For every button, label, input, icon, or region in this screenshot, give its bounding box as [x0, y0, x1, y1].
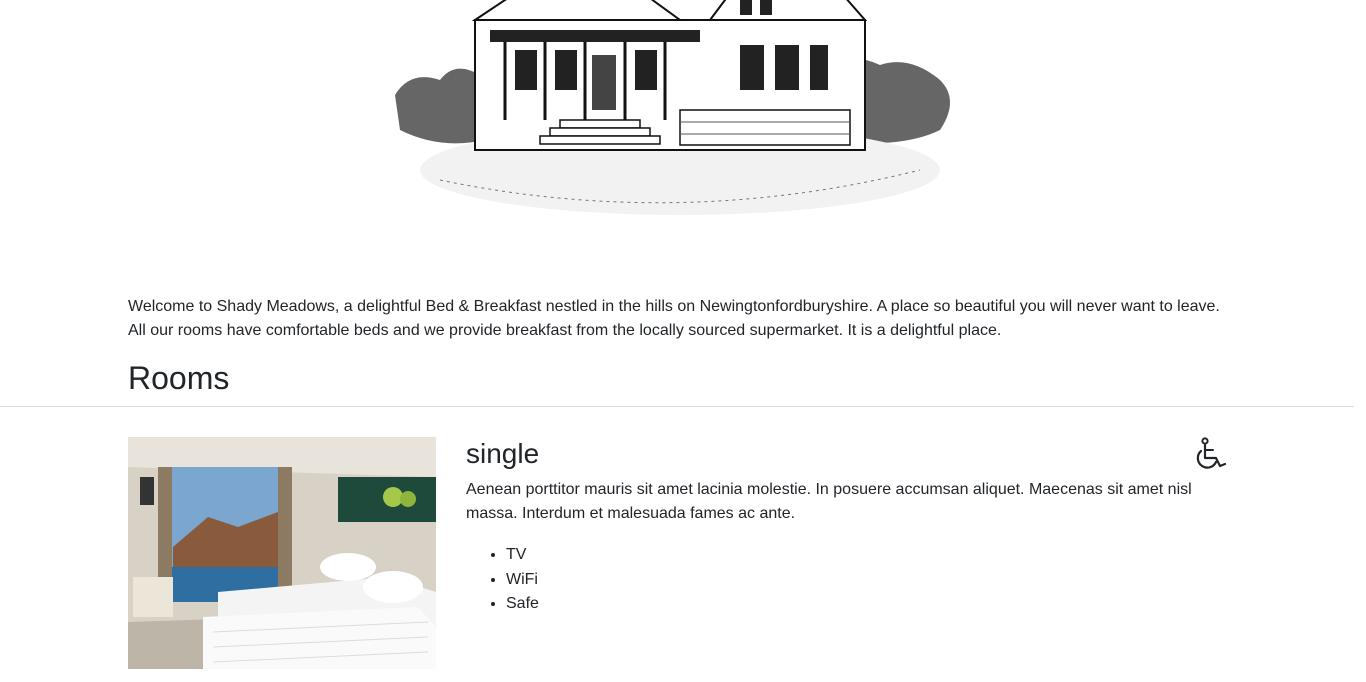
feature-item: Safe: [506, 592, 539, 617]
room-type-title: single: [466, 438, 540, 469]
room-description: Aenean porttitor mauris sit amet lacinia…: [466, 481, 1192, 522]
room-photo: [128, 437, 436, 669]
room-features-list: TV WiFi Safe: [466, 543, 539, 617]
feature-item: TV: [506, 543, 539, 568]
hero-house-image: [380, 0, 980, 220]
feature-item: WiFi: [506, 568, 539, 593]
page: Welcome to Shady Meadows, a delightful B…: [0, 0, 1366, 682]
intro-text: Welcome to Shady Meadows, a delightful B…: [128, 298, 1220, 339]
wheelchair-icon: [1196, 437, 1227, 469]
rooms-divider: [0, 406, 1354, 407]
rooms-heading: Rooms: [128, 360, 230, 396]
